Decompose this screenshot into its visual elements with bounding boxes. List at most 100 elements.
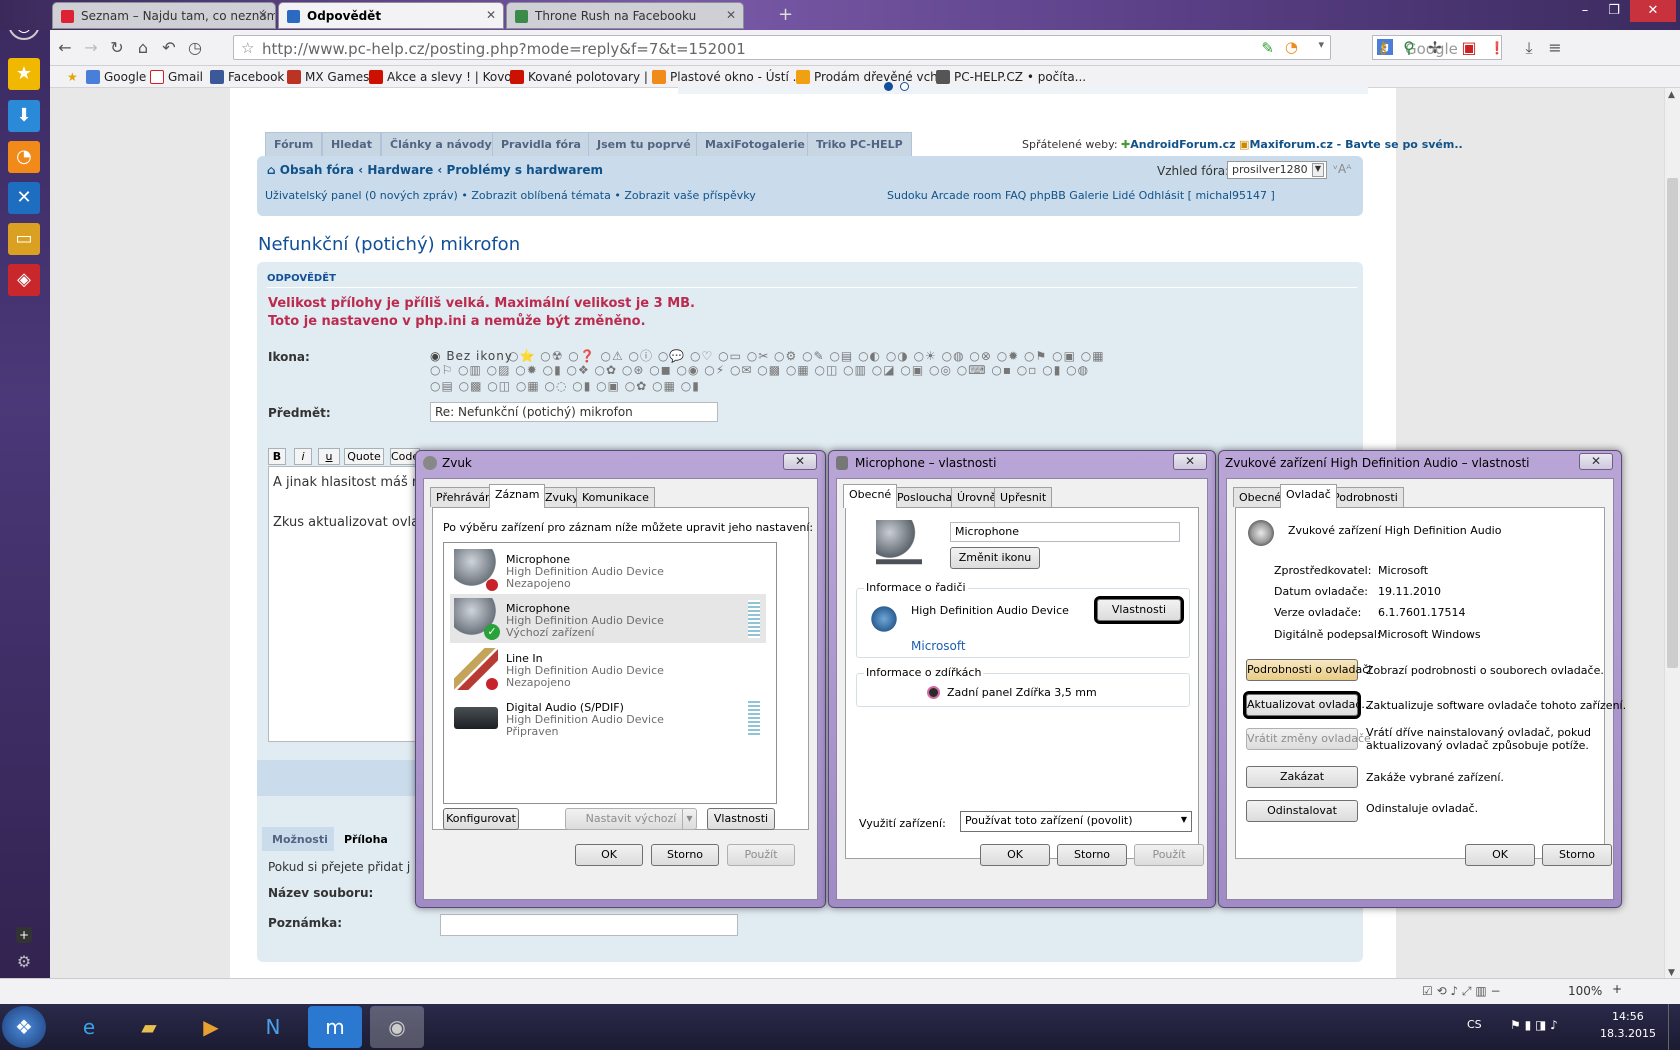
device-name-input[interactable]: Microphone bbox=[950, 522, 1180, 542]
status-icons[interactable]: ☑ ⟲ ♪ ⤢ ▥ − bbox=[1422, 984, 1501, 999]
post-icons-row-2[interactable]: ○⚐ ○▥ ○▨ ○✹ ○▮ ○❖ ○✿ ○⊛ ○◼ ○◉ ○⚡ ○✉ ○▩ ○… bbox=[430, 363, 1089, 377]
device-item[interactable]: Microphone High Definition Audio Device … bbox=[450, 545, 766, 594]
back-icon[interactable]: ← bbox=[54, 37, 76, 59]
scroll-thumb[interactable] bbox=[1667, 178, 1678, 668]
forum-tab-forum[interactable]: Fórum bbox=[265, 132, 323, 156]
apply-button[interactable]: Použít bbox=[1134, 844, 1204, 866]
bookmark-prodam[interactable]: Prodám dřevěné vch... bbox=[796, 70, 949, 84]
ie-icon[interactable]: e bbox=[62, 1006, 116, 1048]
radio-selected-icon[interactable]: ◉ bbox=[430, 349, 441, 363]
cancel-button[interactable]: Storno bbox=[1057, 844, 1127, 866]
tab-advanced[interactable]: Upřesnit bbox=[994, 487, 1053, 507]
usage-select[interactable]: Používat toto zařízení (povolit) ▼ bbox=[960, 811, 1192, 832]
ok-button[interactable]: OK bbox=[980, 844, 1050, 866]
cancel-button[interactable]: Storno bbox=[651, 844, 719, 866]
scroll-down-icon[interactable]: ▼ bbox=[1668, 968, 1675, 978]
cancel-button[interactable]: Storno bbox=[1542, 844, 1612, 866]
change-icon-button[interactable]: Změnit ikonu bbox=[950, 547, 1040, 569]
tab-seznam[interactable]: Seznam – Najdu tam, co neznám ✕ bbox=[52, 2, 276, 29]
new-tab-button[interactable]: + bbox=[778, 4, 798, 25]
bookmark-facebook[interactable]: Facebook bbox=[210, 70, 284, 84]
quote-button[interactable]: Quote bbox=[344, 448, 384, 465]
bookmark-mx-games[interactable]: MX Games bbox=[287, 70, 369, 84]
key-icon[interactable]: ⚷ bbox=[1372, 37, 1394, 59]
underline-button[interactable]: u bbox=[318, 448, 340, 465]
clock-date[interactable]: 18.3.2015 bbox=[1600, 1027, 1656, 1040]
close-icon[interactable]: ✕ bbox=[1579, 453, 1613, 470]
download-icon[interactable]: ⬇ bbox=[8, 100, 40, 132]
tab-attachment[interactable]: Příloha bbox=[334, 827, 398, 851]
forward-icon[interactable]: → bbox=[80, 37, 102, 59]
zoom-in-icon[interactable]: + bbox=[1612, 982, 1622, 996]
forum-tab-newbie[interactable]: Jsem tu poprvé bbox=[588, 132, 700, 156]
tab-odpovedet[interactable]: Odpovědět ✕ bbox=[278, 2, 504, 29]
close-icon[interactable]: ✕ bbox=[258, 8, 268, 22]
url-bar[interactable]: ☆ http://www.pc-help.cz/posting.php?mode… bbox=[233, 35, 1331, 60]
friend-link-maxiforum[interactable]: Maxiforum.cz - Bavte se po svém.. bbox=[1249, 138, 1462, 151]
sound-task-icon[interactable]: ◉ bbox=[370, 1006, 424, 1048]
rss-icon[interactable]: ◔ bbox=[1285, 38, 1298, 56]
tab-recording[interactable]: Záznam bbox=[489, 484, 546, 508]
device-item-selected[interactable]: ✓ Microphone High Definition Audio Devic… bbox=[450, 594, 766, 643]
bookmark-google[interactable]: Google bbox=[86, 70, 146, 84]
forum-tab-gallery[interactable]: MaxiFotogalerie bbox=[696, 132, 814, 156]
configure-button[interactable]: Konfigurovat bbox=[443, 808, 519, 830]
downloads-icon[interactable]: ⤓ bbox=[1518, 37, 1540, 59]
subject-input[interactable]: Re: Nefunkční (potichý) mikrofon bbox=[430, 402, 718, 422]
driver-details-button[interactable]: Podrobnosti o ovladači bbox=[1246, 659, 1371, 681]
message-textarea[interactable]: A jinak hlasitost máš nas Zkus aktualizo… bbox=[268, 466, 418, 742]
close-window-icon[interactable]: ✕ bbox=[1630, 0, 1676, 22]
reload-icon[interactable]: ↻ bbox=[106, 37, 128, 59]
gamepad-icon[interactable]: ◈ bbox=[8, 264, 40, 296]
window-icon[interactable]: ▭ bbox=[8, 223, 40, 255]
italic-button[interactable]: i bbox=[294, 448, 312, 465]
gear-icon[interactable]: ⚙ bbox=[12, 950, 36, 974]
restore-icon[interactable]: ❐ bbox=[1600, 0, 1628, 22]
uninstall-button[interactable]: Odinstalovat bbox=[1246, 800, 1358, 822]
properties-button[interactable]: Vlastnosti bbox=[707, 808, 775, 830]
star-outline-icon[interactable]: ☆ bbox=[241, 39, 254, 57]
close-icon[interactable]: ✕ bbox=[486, 8, 496, 22]
tools-icon[interactable]: ✕ bbox=[8, 182, 40, 214]
close-icon[interactable]: ✕ bbox=[783, 453, 817, 470]
no-icon-option[interactable]: ◉ Bez ikony bbox=[430, 349, 513, 363]
forum-tab-articles[interactable]: Články a návody bbox=[381, 132, 501, 156]
forum-tab-shirt[interactable]: Triko PC-HELP bbox=[807, 132, 912, 156]
language-indicator[interactable]: CS bbox=[1467, 1018, 1482, 1031]
device-item[interactable]: Line In High Definition Audio Device Nez… bbox=[450, 644, 766, 693]
tab-options[interactable]: Možnosti bbox=[262, 827, 338, 851]
rollback-driver-button[interactable]: Vrátit změny ovladače bbox=[1246, 728, 1371, 750]
crumb-hardware[interactable]: Hardware bbox=[367, 163, 433, 177]
puzzle-icon[interactable]: ✢ bbox=[1424, 37, 1446, 59]
user-links[interactable]: Uživatelský panel (0 nových zpráv) • Zob… bbox=[265, 189, 756, 202]
tray-icons[interactable]: ⚑ ▮ ◨ ♪ bbox=[1510, 1018, 1558, 1032]
minimize-icon[interactable]: – bbox=[1571, 0, 1599, 22]
tab-driver[interactable]: Ovladač bbox=[1280, 484, 1337, 508]
bookmark-kovane[interactable]: Kované polotovary | ... bbox=[510, 70, 663, 84]
close-icon[interactable]: ✕ bbox=[1173, 453, 1207, 470]
friend-link-android[interactable]: AndroidForum.cz bbox=[1130, 138, 1235, 151]
tab-general[interactable]: Obecné bbox=[843, 484, 898, 508]
forum-tab-rules[interactable]: Pravidla fóra bbox=[492, 132, 590, 156]
vertical-scrollbar[interactable]: ▲ ▼ bbox=[1664, 88, 1680, 980]
style-select[interactable]: prosilver1280 ▼ bbox=[1227, 161, 1327, 179]
slider-dot[interactable] bbox=[900, 82, 909, 91]
post-icons-row-1[interactable]: ○⭐ ○☢ ○❓ ○⚠ ○ⓘ ○💬 ○♡ ○▭ ○✂ ○⚙ ○✎ ○▤ ○◐ ○… bbox=[508, 347, 1105, 364]
device-item[interactable]: Digital Audio (S/PDIF) High Definition A… bbox=[450, 693, 766, 742]
clock-time[interactable]: 14:56 bbox=[1612, 1010, 1644, 1023]
apply-button[interactable]: Použít bbox=[727, 844, 795, 866]
adblock-icon[interactable]: ▣ bbox=[1458, 37, 1480, 59]
alert-icon[interactable]: ❗ bbox=[1486, 37, 1508, 59]
tab-communication[interactable]: Komunikace bbox=[576, 487, 655, 507]
font-size-icon[interactable]: ᵛAᴬ bbox=[1333, 162, 1351, 176]
update-driver-button[interactable]: Aktualizovat ovladač... bbox=[1243, 691, 1372, 719]
ok-button[interactable]: OK bbox=[1465, 844, 1535, 866]
close-icon[interactable]: ✕ bbox=[726, 8, 736, 22]
scroll-up-icon[interactable]: ▲ bbox=[1668, 90, 1675, 100]
forum-quick-links[interactable]: Sudoku Arcade room FAQ phpBB Galerie Lid… bbox=[887, 189, 1275, 202]
disable-button[interactable]: Zakázat bbox=[1246, 766, 1358, 788]
tab-throne-rush[interactable]: Throne Rush na Facebooku ✕ bbox=[506, 2, 744, 29]
bookmark-star-icon[interactable]: ★ bbox=[53, 70, 78, 84]
start-button[interactable]: ❖ bbox=[2, 1006, 46, 1048]
crumb-index[interactable]: Obsah fóra bbox=[280, 163, 354, 177]
